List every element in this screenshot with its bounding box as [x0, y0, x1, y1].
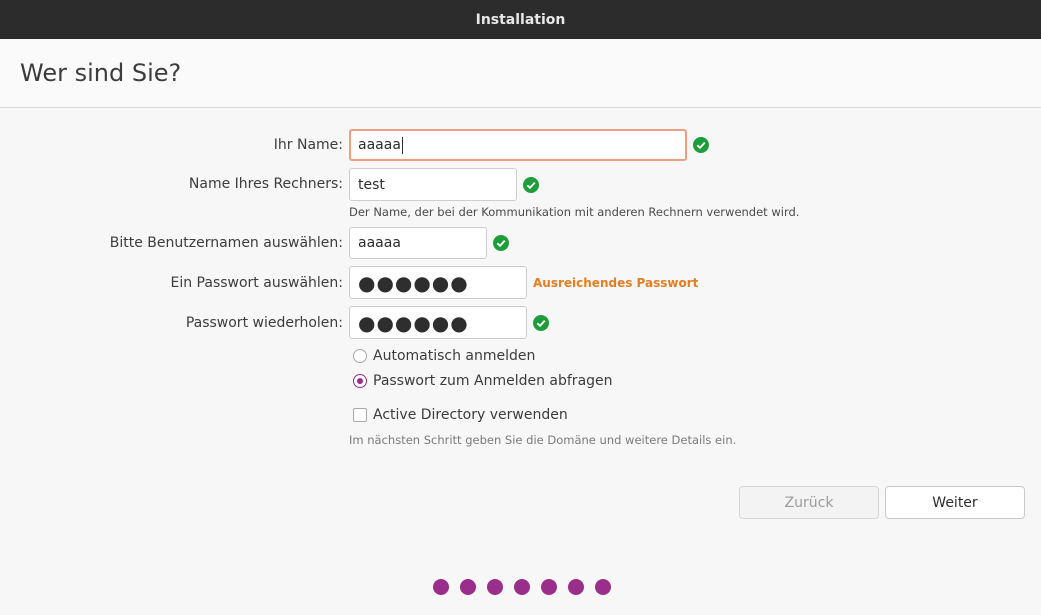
password-repeat-valid-check-icon [533, 315, 549, 331]
progress-dot [460, 579, 476, 595]
computer-name-value: test [358, 176, 385, 193]
username-valid-check-icon [493, 235, 509, 251]
password-strength-label: Ausreichendes Passwort [533, 276, 699, 290]
password-repeat-dots: ●●●●●● [358, 310, 469, 335]
username-value: aaaaa [358, 235, 401, 251]
page-header: Wer sind Sie? [0, 39, 1041, 108]
name-input[interactable]: aaaaa [349, 129, 687, 161]
computer-name-label: Name Ihres Rechners: [188, 176, 343, 192]
computer-name-hint: Der Name, der bei der Kommunikation mit … [349, 205, 800, 219]
next-button[interactable]: Weiter [885, 486, 1025, 519]
password-input[interactable]: ●●●●●● [349, 266, 527, 299]
require-password-radio[interactable]: Passwort zum Anmelden abfragen [353, 373, 613, 389]
password-label: Ein Passwort auswählen: [170, 275, 344, 291]
back-button[interactable]: Zurück [739, 486, 879, 519]
step-progress-indicator [433, 579, 611, 595]
password-dots: ●●●●●● [358, 270, 469, 295]
name-input-value: aaaaa [358, 137, 401, 153]
username-label: Bitte Benutzernamen auswählen: [109, 235, 343, 251]
password-repeat-input[interactable]: ●●●●●● [349, 306, 527, 339]
page-title: Wer sind Sie? [20, 59, 182, 87]
window-titlebar: Installation [0, 0, 1041, 39]
text-caret [401, 136, 403, 154]
radio-unselected-icon[interactable] [353, 349, 367, 363]
name-valid-check-icon [693, 137, 709, 153]
password-repeat-label: Passwort wiederholen: [185, 315, 343, 331]
checkbox-unchecked-icon[interactable] [353, 408, 367, 422]
active-directory-hint: Im nächsten Schritt geben Sie die Domäne… [349, 433, 737, 447]
active-directory-label: Active Directory verwenden [373, 407, 568, 423]
computer-name-input[interactable]: test [349, 168, 517, 201]
auto-login-label: Automatisch anmelden [373, 348, 536, 364]
progress-dot [514, 579, 530, 595]
active-directory-checkbox[interactable]: Active Directory verwenden [353, 407, 568, 423]
progress-dot [541, 579, 557, 595]
radio-selected-icon[interactable] [353, 374, 367, 388]
progress-dot [487, 579, 503, 595]
require-password-label: Passwort zum Anmelden abfragen [373, 373, 613, 389]
auto-login-radio[interactable]: Automatisch anmelden [353, 348, 535, 364]
progress-dot [433, 579, 449, 595]
name-label: Ihr Name: [273, 137, 343, 153]
progress-dot [595, 579, 611, 595]
computer-name-valid-check-icon [523, 177, 539, 193]
username-input[interactable]: aaaaa [349, 227, 487, 259]
window-title: Installation [475, 11, 566, 28]
progress-dot [568, 579, 584, 595]
